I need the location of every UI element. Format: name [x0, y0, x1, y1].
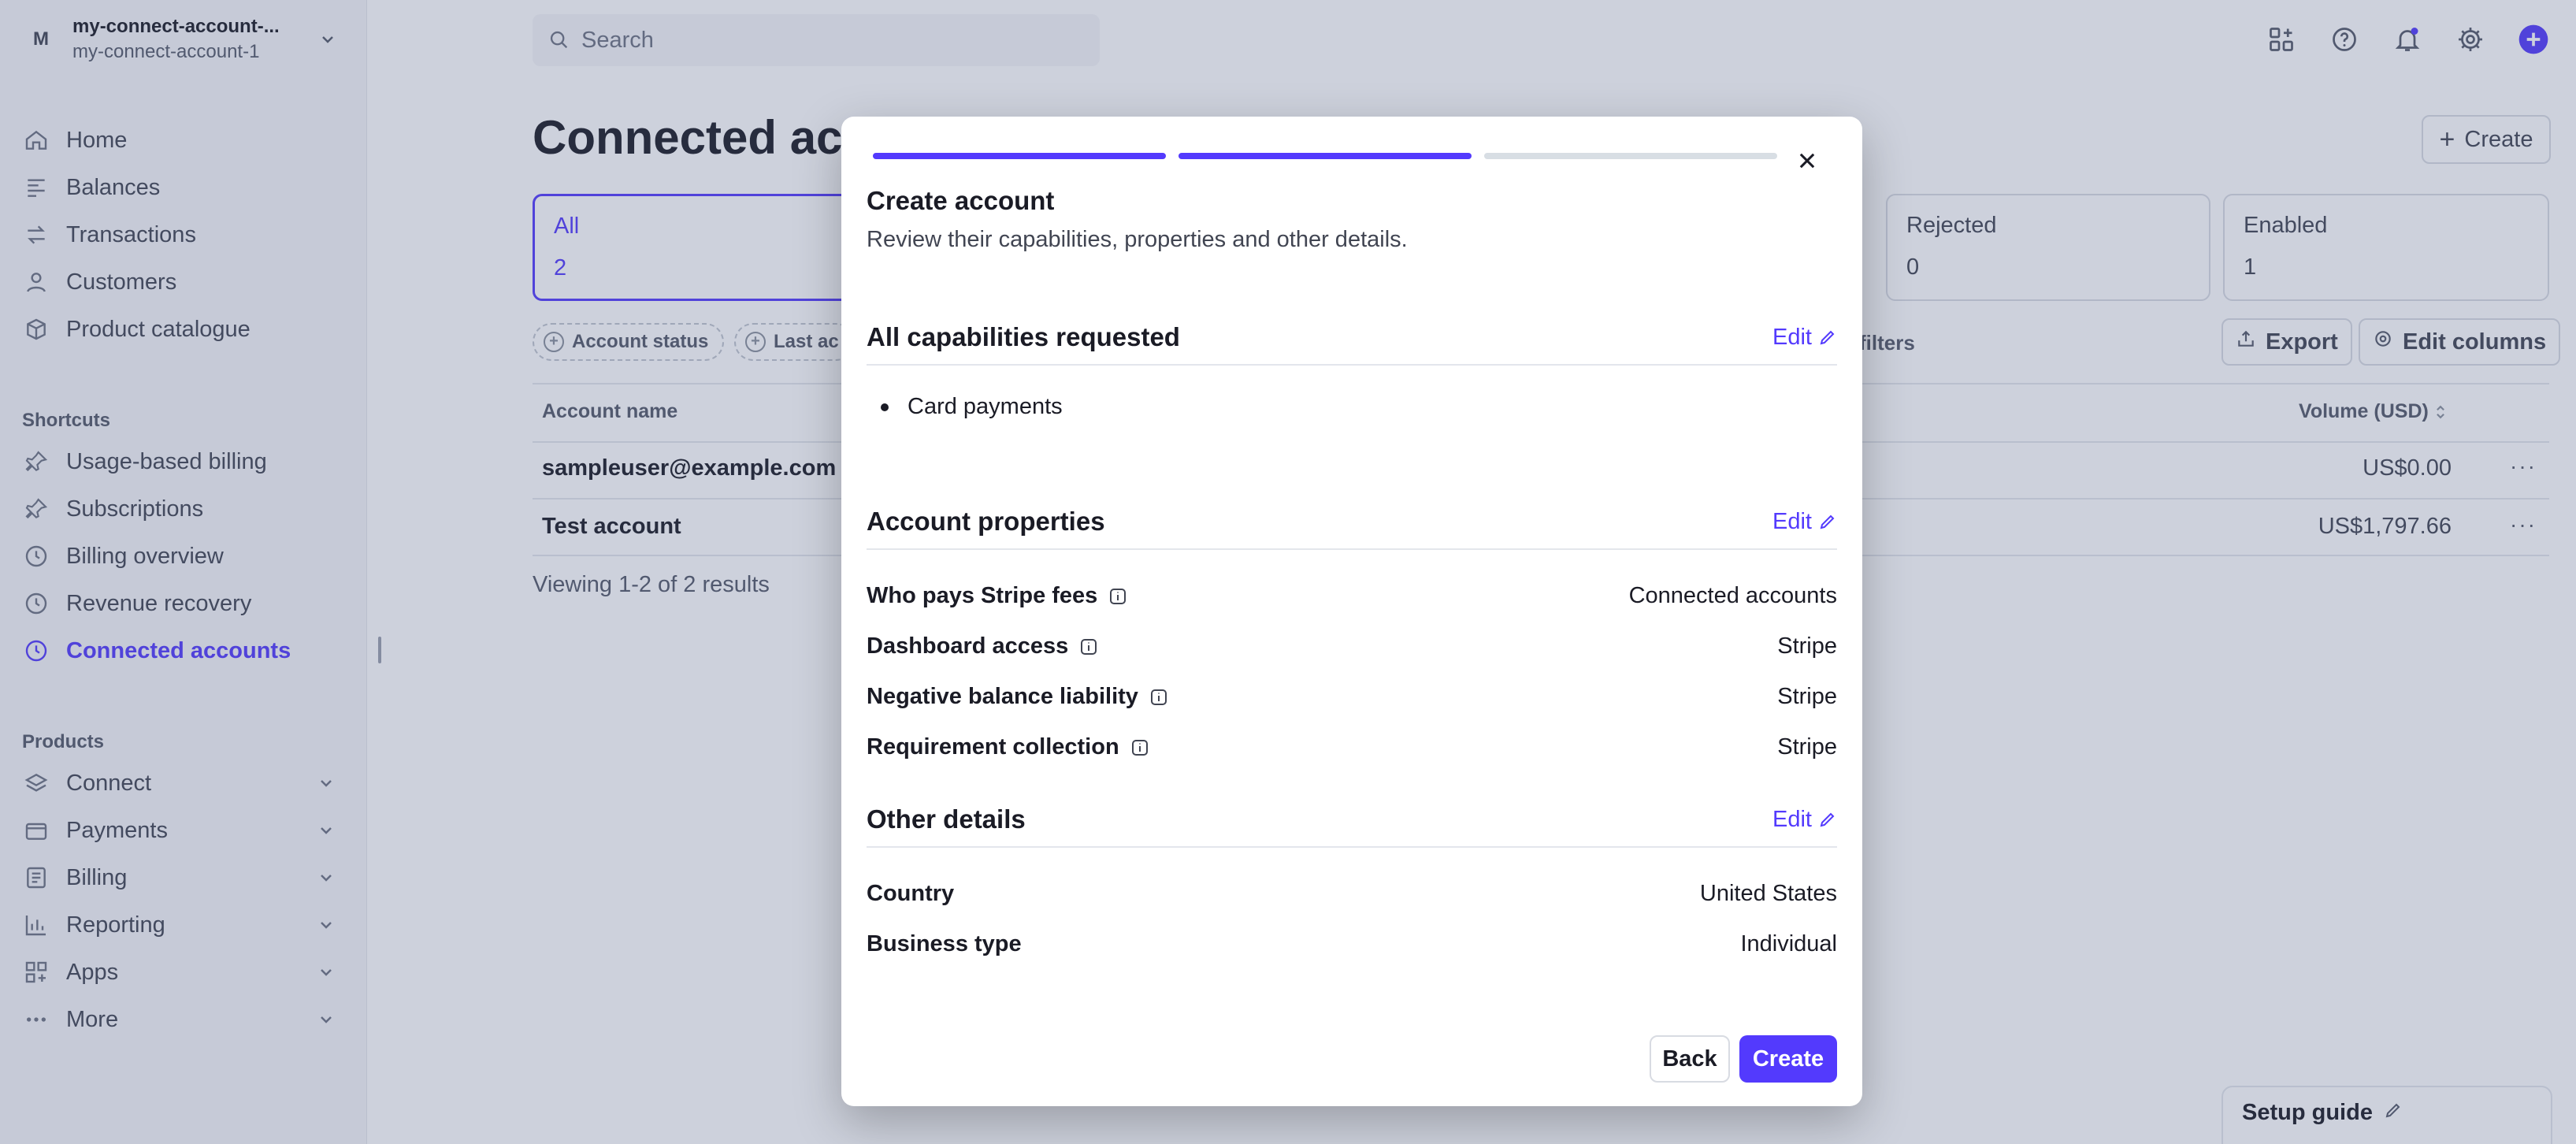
info-icon[interactable]	[1079, 637, 1098, 656]
capability-label: Card payments	[908, 394, 1063, 419]
section-title: Other details	[867, 804, 1026, 834]
property-row: Requirement collection Stripe	[867, 734, 1837, 760]
edit-label: Edit	[1772, 324, 1812, 350]
capability-item: Card payments	[881, 394, 1063, 420]
section-title: Account properties	[867, 507, 1105, 536]
detail-value: Individual	[1740, 931, 1837, 956]
progress-step-3	[1484, 153, 1777, 159]
property-row: Dashboard access Stripe	[867, 633, 1837, 659]
property-value: Stripe	[1777, 633, 1837, 659]
modal-subtitle: Review their capabilities, properties an…	[867, 227, 1408, 252]
back-button[interactable]: Back	[1650, 1035, 1730, 1083]
property-value: Stripe	[1777, 684, 1837, 709]
edit-capabilities-link[interactable]: Edit	[1772, 325, 1837, 351]
step-progress	[873, 153, 1777, 159]
capabilities-section-header: All capabilities requested Edit	[867, 310, 1837, 366]
property-key: Dashboard access	[867, 633, 1069, 659]
property-row: Who pays Stripe fees Connected accounts	[867, 583, 1837, 609]
property-key: Negative balance liability	[867, 684, 1138, 709]
edit-label: Edit	[1772, 508, 1812, 534]
info-icon[interactable]	[1130, 738, 1149, 757]
property-value: Connected accounts	[1628, 583, 1837, 608]
pencil-icon	[1820, 514, 1835, 529]
detail-value: United States	[1699, 881, 1837, 906]
pencil-icon	[1820, 812, 1835, 827]
edit-properties-link[interactable]: Edit	[1772, 509, 1837, 535]
properties-section-header: Account properties Edit	[867, 495, 1837, 550]
detail-key: Business type	[867, 931, 1022, 956]
property-key: Requirement collection	[867, 734, 1119, 760]
property-row: Negative balance liability Stripe	[867, 684, 1837, 710]
detail-row: Country United States	[867, 881, 1837, 907]
modal-title: Create account	[867, 186, 1055, 215]
progress-step-2	[1179, 153, 1472, 159]
progress-step-1	[873, 153, 1166, 159]
edit-label: Edit	[1772, 806, 1812, 832]
info-icon[interactable]	[1149, 688, 1168, 707]
detail-key: Country	[867, 881, 955, 906]
property-value: Stripe	[1777, 734, 1837, 760]
detail-row: Business type Individual	[867, 931, 1837, 957]
info-icon[interactable]	[1108, 587, 1127, 606]
create-account-modal: Create account Review their capabilities…	[841, 117, 1862, 1106]
edit-other-details-link[interactable]: Edit	[1772, 807, 1837, 833]
section-title: All capabilities requested	[867, 322, 1180, 351]
close-icon[interactable]	[1791, 145, 1823, 176]
other-details-section-header: Other details Edit	[867, 793, 1837, 848]
bullet-dot	[881, 403, 889, 411]
property-key: Who pays Stripe fees	[867, 583, 1098, 608]
pencil-icon	[1820, 330, 1835, 345]
create-button[interactable]: Create	[1739, 1035, 1837, 1083]
